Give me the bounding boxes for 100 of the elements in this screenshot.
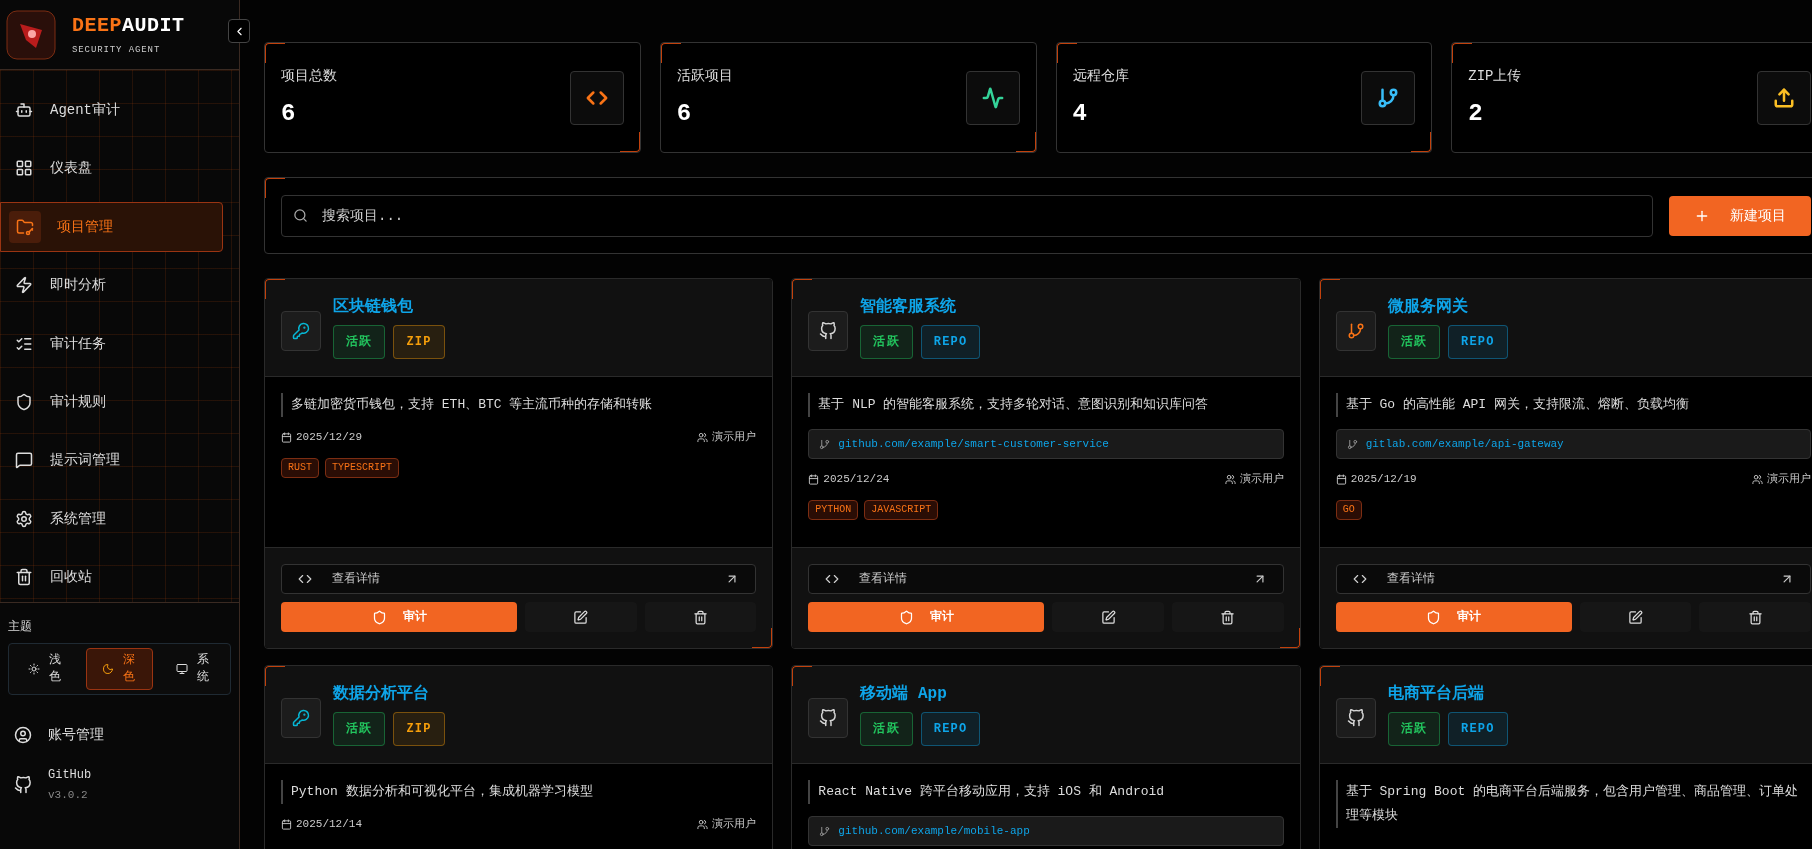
branch-icon <box>819 825 831 837</box>
collapse-button[interactable] <box>228 19 250 43</box>
stat-label: 远程仓库 <box>1072 66 1129 86</box>
github-icon[interactable] <box>14 776 32 795</box>
view-details-button[interactable]: 查看详情 <box>1335 564 1811 594</box>
corner-accent <box>1056 43 1077 63</box>
project-owner: 演示用户 <box>1239 472 1284 487</box>
tech-tag: TYPESCRIPT <box>325 457 400 478</box>
delete-button[interactable] <box>1172 602 1284 632</box>
corner-accent <box>1015 132 1036 152</box>
project-title[interactable]: 智能客服系统 <box>860 295 981 319</box>
stat-value: 6 <box>281 98 297 129</box>
stat-value: 2 <box>1468 98 1484 129</box>
nav-item[interactable]: 仪表盘 <box>0 143 223 194</box>
theme-option[interactable]: 深色 <box>86 648 153 690</box>
branch-icon <box>1346 438 1358 450</box>
status-badge: 活跃 <box>860 712 913 746</box>
project-owner: 演示用户 <box>712 817 757 832</box>
github-icon <box>808 311 849 351</box>
monitor-icon <box>176 663 189 675</box>
repo-url[interactable]: github.com/example/mobile-app <box>808 816 1284 846</box>
nav-item[interactable]: 提示词管理 <box>0 435 223 486</box>
status-badge: 活跃 <box>333 325 386 359</box>
project-title[interactable]: 电商平台后端 <box>1387 682 1508 706</box>
status-badge: 活跃 <box>333 712 386 746</box>
project-date: 2025/12/24 <box>823 472 890 487</box>
brand-subtitle: SECURITY AGENT <box>72 43 162 57</box>
nav-item[interactable]: 系统管理 <box>0 493 223 544</box>
view-details-button[interactable]: 查看详情 <box>808 564 1284 594</box>
project-title[interactable]: 区块链钱包 <box>333 295 445 319</box>
users-icon <box>1752 473 1763 485</box>
chat-icon <box>14 450 34 471</box>
users-icon <box>697 818 709 830</box>
nav-item[interactable]: 项目管理 <box>0 201 223 253</box>
trash-icon <box>1747 609 1763 625</box>
stat-label: 活跃项目 <box>676 66 733 86</box>
delete-button[interactable] <box>1699 602 1811 632</box>
calendar-icon <box>281 818 292 830</box>
project-description: 基于 Go 的高性能 API 网关，支持限流、熔断、负载均衡 <box>1335 393 1811 417</box>
project-title[interactable]: 数据分析平台 <box>333 682 445 706</box>
nav-item[interactable]: 即时分析 <box>0 260 223 311</box>
delete-button[interactable] <box>644 602 757 632</box>
theme-option[interactable]: 系统 <box>161 648 226 690</box>
stat-value: 4 <box>1072 98 1088 129</box>
edit-button[interactable] <box>525 602 637 632</box>
stat-value: 6 <box>676 98 693 129</box>
status-badge: REPO <box>1448 325 1508 359</box>
nav-item[interactable]: 回收站 <box>0 551 223 602</box>
corner-accent <box>265 43 285 63</box>
stat-label: 项目总数 <box>281 66 337 86</box>
calendar-icon <box>281 431 292 443</box>
shield-icon <box>371 609 387 625</box>
trash-icon <box>693 609 708 625</box>
repo-url[interactable]: gitlab.com/example/api-gateway <box>1335 429 1811 459</box>
github-icon <box>1335 698 1376 738</box>
corner-accent <box>660 43 681 63</box>
status-badge: 活跃 <box>860 325 913 359</box>
github-icon <box>808 698 849 738</box>
project-description: Python 数据分析和可视化平台，集成机器学习模型 <box>281 780 757 804</box>
corner-accent <box>1411 132 1432 152</box>
edit-icon <box>573 609 589 625</box>
corner-accent <box>619 132 640 152</box>
brand-name: AUDIT <box>122 12 185 39</box>
project-title[interactable]: 移动端 App <box>860 682 981 706</box>
tech-tag: RUST <box>281 457 319 478</box>
key-icon <box>281 698 321 738</box>
nav-item[interactable]: 审计任务 <box>0 318 223 369</box>
search-field[interactable]: 搜索项目... <box>281 194 1654 237</box>
theme-option[interactable]: 浅色 <box>13 648 78 690</box>
status-badge: REPO <box>920 712 981 746</box>
nav-item[interactable]: Agent审计 <box>0 85 223 136</box>
project-title[interactable]: 微服务网关 <box>1387 295 1508 319</box>
project-description: 基于 NLP 的智能客服系统，支持多轮对话、意图识别和知识库问答 <box>808 393 1284 417</box>
edit-button[interactable] <box>1052 602 1164 632</box>
edit-button[interactable] <box>1579 602 1692 632</box>
calendar-icon <box>808 473 820 485</box>
status-badge: ZIP <box>393 712 445 746</box>
settings-icon <box>14 508 34 529</box>
version-text: v3.0.2 <box>48 788 89 803</box>
repo-url[interactable]: github.com/example/smart-customer-service <box>808 429 1284 459</box>
code-icon <box>1352 572 1367 586</box>
key-icon <box>281 311 321 351</box>
github-link[interactable]: GitHub <box>48 767 92 783</box>
user-circle-icon <box>14 726 32 744</box>
nav-item[interactable]: 审计规则 <box>0 376 223 428</box>
view-details-button[interactable]: 查看详情 <box>281 564 757 594</box>
search-icon <box>293 207 308 223</box>
code-icon <box>825 572 840 586</box>
sun-icon <box>28 663 41 675</box>
account-link[interactable]: 账号管理 <box>8 719 231 751</box>
users-icon <box>697 431 709 443</box>
users-icon <box>1224 473 1236 485</box>
project-description: React Native 跨平台移动应用，支持 iOS 和 Android <box>808 780 1284 804</box>
brand-name-accent: DEEP <box>72 12 122 39</box>
shield-icon <box>14 391 34 412</box>
shield-icon <box>898 609 914 625</box>
lightning-icon <box>14 275 34 296</box>
stat-label: ZIP上传 <box>1468 66 1522 86</box>
moon-icon <box>102 663 115 675</box>
trash-icon <box>14 566 34 587</box>
